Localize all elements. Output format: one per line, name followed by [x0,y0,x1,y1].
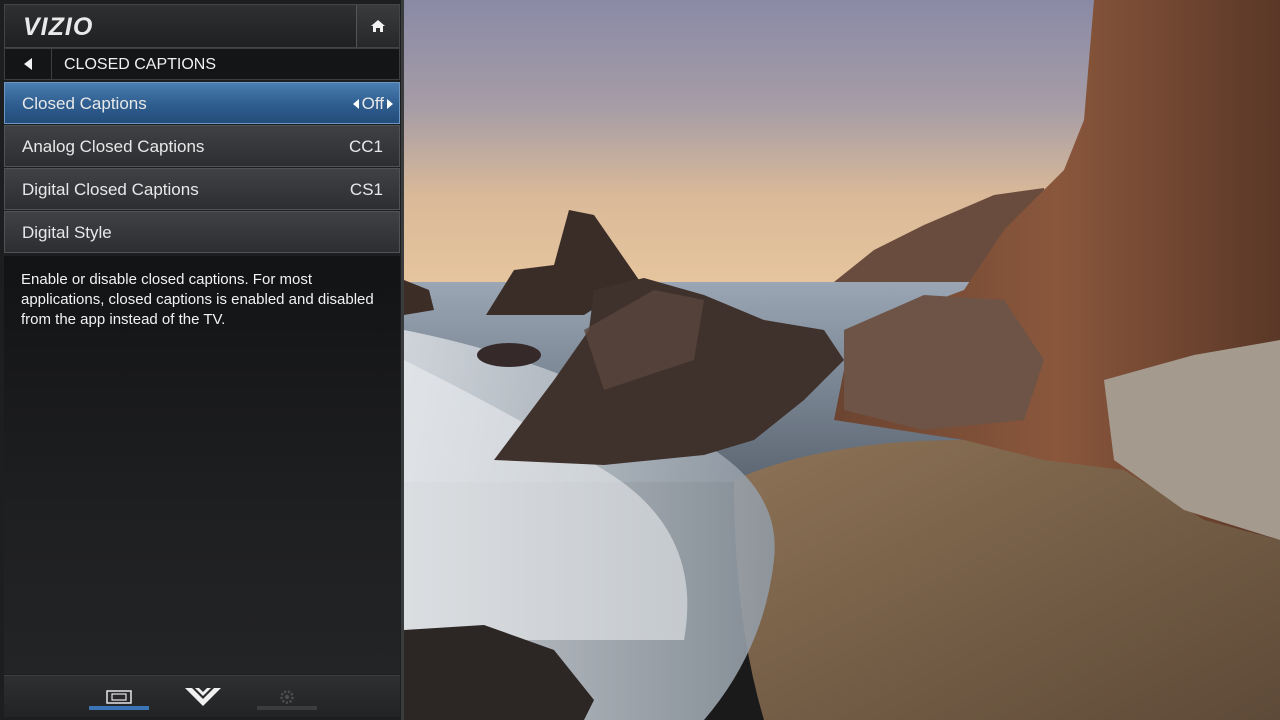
home-icon [371,20,385,32]
back-button[interactable] [5,49,52,79]
top-bar: VIZIO [4,4,400,48]
menu-item-label: Closed Captions [22,94,147,113]
tab-vizio[interactable] [173,676,233,717]
description-text: Enable or disable closed captions. For m… [4,256,400,674]
vizio-v-logo-icon [185,687,221,706]
arrow-left-icon[interactable] [352,99,359,109]
background-photo [404,0,1280,720]
menu-item-digital-closed-captions[interactable]: Digital Closed Captions CS1 [4,168,400,210]
menu-item-label: Analog Closed Captions [22,137,205,156]
inactive-tab-indicator [257,706,317,710]
vizio-logo: VIZIO [23,13,94,41]
menu-item-closed-captions[interactable]: Closed Captions Off [4,82,400,124]
tab-settings[interactable] [257,676,317,717]
settings-panel: VIZIO CLOSED CAPTIONS Closed Captions Of… [0,0,404,720]
active-tab-indicator [89,706,149,710]
tab-input[interactable] [89,676,149,717]
value-picker[interactable]: Off [352,94,393,114]
page-title: CLOSED CAPTIONS [64,56,217,73]
home-button[interactable] [356,5,399,47]
input-screen-icon [106,689,132,704]
menu-item-label: Digital Style [22,223,112,242]
bottom-nav [4,675,400,717]
menu-item-digital-style[interactable]: Digital Style [4,211,400,253]
menu-item-analog-closed-captions[interactable]: Analog Closed Captions CC1 [4,125,400,167]
arrow-right-icon[interactable] [387,99,393,109]
menu-item-value: CC1 [348,137,383,156]
gear-icon [280,689,294,704]
menu-item-value: CS1 [349,180,383,199]
title-bar: CLOSED CAPTIONS [4,48,400,80]
menu-item-label: Digital Closed Captions [22,180,199,199]
back-arrow-icon [24,58,32,70]
tv-screen: VIZIO CLOSED CAPTIONS Closed Captions Of… [0,0,1280,720]
menu-item-value: Off [361,94,384,113]
